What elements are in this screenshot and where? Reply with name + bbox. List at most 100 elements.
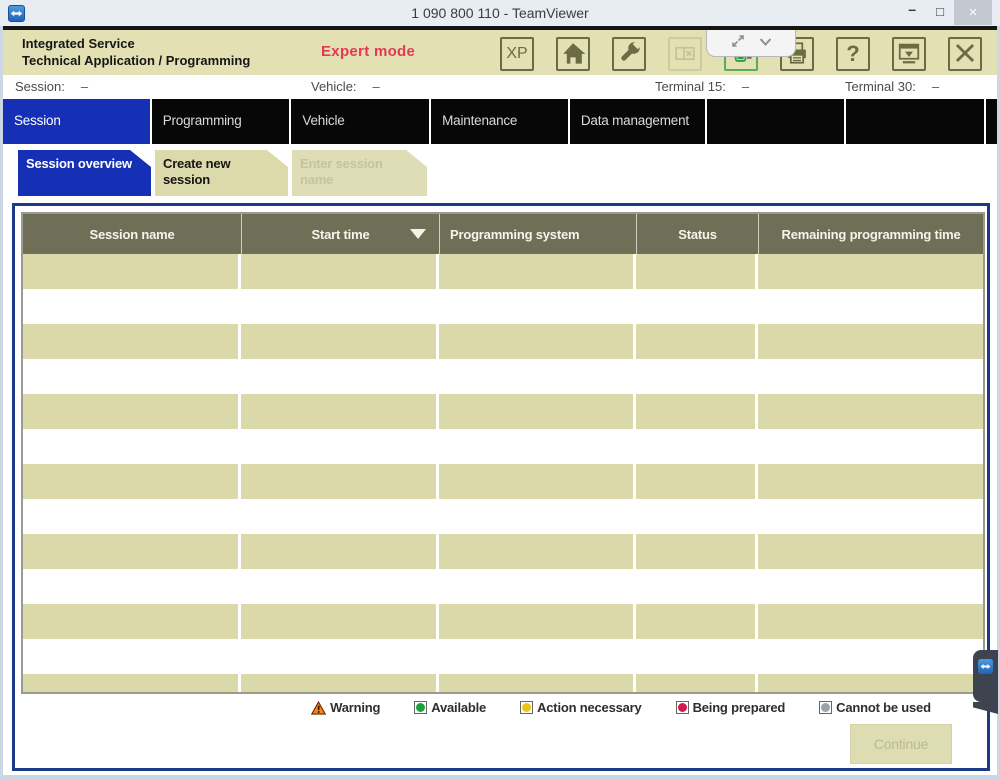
table-cell [636,499,758,534]
column-header-start-time[interactable]: Start time [241,214,439,254]
table-cell [636,394,758,429]
column-label: Start time [312,227,370,242]
status-circle-icon [676,701,689,714]
table-cell [636,604,758,639]
table-cell [758,534,983,569]
table-row [23,534,983,569]
table-cell [758,604,983,639]
window-title: 1 090 800 110 - TeamViewer [0,5,1000,21]
legend-item-available: Available [414,700,486,715]
table-cell [23,569,241,604]
table-cell [636,534,758,569]
main-tab-bar: SessionProgrammingVehicle Maintenance Data… [3,99,997,144]
table-cell [241,359,439,394]
table-cell [636,289,758,324]
table-cell [758,499,983,534]
column-header-remaining-programming-time[interactable]: Remaining programming time [758,214,983,254]
settings-button[interactable] [612,37,646,71]
screen-minimize-icon [894,38,924,71]
table-cell [439,639,636,674]
table-row [23,254,983,289]
legend-label: Being prepared [693,700,786,715]
table-cell [241,394,439,429]
legend-item-warning: Warning [311,700,380,715]
status-terminal-30: Terminal 30:– [845,79,939,94]
help-button[interactable]: ? [836,37,870,71]
column-header-session-name[interactable]: Session name [23,214,241,254]
main-tab-session[interactable]: Session [3,99,150,144]
xp-label: XP [506,45,527,63]
main-tab-label: Maintenance [442,113,517,130]
table-cell [439,534,636,569]
table-cell [758,359,983,394]
minimize-app-button[interactable] [892,37,926,71]
app-title: Integrated Service Technical Application… [22,35,250,69]
app-title-line2: Technical Application / Programming [22,52,250,69]
sub-tab-bar: Session overview Create new session Enter … [3,144,997,203]
table-cell [636,324,758,359]
sort-desc-icon [410,229,426,239]
main-tab-data-management[interactable]: Data management [570,99,705,144]
column-label: Remaining programming time [782,227,961,242]
window-disabled-icon [670,38,700,71]
table-cell [636,639,758,674]
table-cell [439,499,636,534]
legend-label: Cannot be used [836,700,931,715]
column-header-programming-system[interactable]: Programming system [439,214,636,254]
sub-tab-session-overview[interactable]: Session overview [18,150,151,196]
table-row [23,674,983,694]
main-tab-empty-7 [986,99,997,144]
column-label: Programming system [450,227,579,242]
table-cell [241,534,439,569]
main-tab-maintenance[interactable]: Maintenance [431,99,568,144]
column-header-status[interactable]: Status [636,214,758,254]
minimize-window-button[interactable]: – [908,1,916,17]
table-cell [23,254,241,289]
status-circle-icon [819,701,832,714]
xp-button[interactable]: XP [500,37,534,71]
sub-tab-label: Session overview [26,156,132,171]
sub-tab-enter-session-name: Enter session name [292,150,427,196]
table-cell [23,674,241,694]
content-panel: Session name Start time Programming system… [12,203,990,771]
table-cell [23,604,241,639]
table-cell [758,289,983,324]
home-icon [558,38,588,71]
session-table: Session name Start time Programming system… [21,212,985,694]
exit-button[interactable] [948,37,982,71]
table-row [23,464,983,499]
table-cell [758,464,983,499]
teamviewer-edge-tab[interactable] [973,650,998,702]
table-cell [23,394,241,429]
table-row [23,429,983,464]
home-button[interactable] [556,37,590,71]
maximize-window-button[interactable]: □ [936,4,944,19]
chevron-down-icon [759,34,772,52]
table-cell [23,639,241,674]
sub-tab-create-new-session[interactable]: Create new session [155,150,288,196]
table-row [23,639,983,674]
main-tab-programming[interactable]: Programming [152,99,290,144]
status-value: – [373,79,380,94]
status-label: Vehicle: [311,79,357,94]
main-tab-vehicle[interactable]: Vehicle [291,99,429,144]
main-tab-label: Data management [581,113,689,130]
sub-tab-label: Enter session name [300,156,383,187]
table-cell [439,254,636,289]
table-row [23,499,983,534]
expert-mode-label: Expert mode [321,43,415,60]
app-header: Integrated Service Technical Application… [3,30,997,75]
table-row [23,359,983,394]
close-window-button[interactable]: × [954,0,992,25]
table-row [23,604,983,639]
table-cell [241,604,439,639]
table-cell [439,324,636,359]
teamviewer-panel-handle[interactable] [706,30,796,57]
table-row [23,569,983,604]
continue-button[interactable]: Continue [850,724,952,764]
titlebar[interactable]: 1 090 800 110 - TeamViewer – □ × [0,0,1000,26]
status-label: Terminal 30: [845,79,916,94]
status-bar: Session:–Vehicle:–Terminal 15:–Terminal … [3,75,997,99]
legend-label: Warning [330,700,380,715]
table-cell [23,499,241,534]
